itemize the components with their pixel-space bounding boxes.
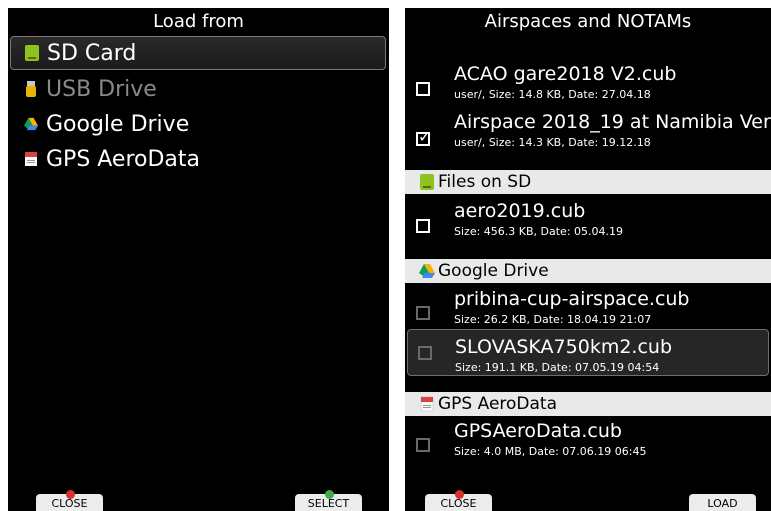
section-header-label: Google Drive <box>438 261 549 281</box>
file-meta: Size: 191.1 KB, Date: 07.05.19 04:54 <box>455 361 660 374</box>
usb-icon <box>26 81 36 97</box>
source-item-google-drive[interactable]: Google Drive <box>10 107 386 141</box>
source-item-gps-aerodata[interactable]: GPS AeroData <box>10 142 386 176</box>
check-icon: ✓ <box>418 127 432 146</box>
airspaces-panel: Airspaces and NOTAMs ACAO gare2018 V2.cu… <box>405 8 771 511</box>
file-meta: Size: 26.2 KB, Date: 18.04.19 21:07 <box>454 313 652 326</box>
section-header-gps-aerodata: GPS AeroData <box>405 392 771 416</box>
sd-card-icon <box>25 45 39 61</box>
checkbox[interactable] <box>416 306 430 320</box>
gps-aerodata-icon <box>420 396 434 412</box>
source-item-label: Google Drive <box>46 111 190 137</box>
checkbox[interactable] <box>416 82 430 96</box>
checkbox[interactable] <box>416 219 430 233</box>
section-header-files-on-sd: Files on SD <box>405 170 771 194</box>
file-row[interactable]: aero2019.cub Size: 456.3 KB, Date: 05.04… <box>405 200 771 256</box>
load-button[interactable]: LOAD <box>689 494 756 511</box>
file-name: ACAO gare2018 V2.cub <box>454 63 677 85</box>
load-button-label: LOAD <box>707 497 738 510</box>
source-item-usb-drive[interactable]: USB Drive <box>10 72 386 106</box>
file-name: aero2019.cub <box>454 200 586 222</box>
sd-card-icon <box>420 174 434 190</box>
check-icon <box>325 490 334 499</box>
file-name: SLOVASKA750km2.cub <box>455 336 673 358</box>
source-item-label: GPS AeroData <box>46 146 201 172</box>
file-name: pribina-cup-airspace.cub <box>454 288 690 310</box>
file-row-selected[interactable]: SLOVASKA750km2.cub Size: 191.1 KB, Date:… <box>407 329 769 376</box>
file-name: Airspace 2018_19 at Namibia Ver 1 <box>454 111 771 133</box>
checkbox[interactable] <box>418 346 432 360</box>
select-button[interactable]: SELECT <box>295 490 362 511</box>
close-icon <box>455 490 464 499</box>
file-row[interactable]: GPSAeroData.cub Size: 4.0 MB, Date: 07.0… <box>405 420 771 476</box>
panel-title: Airspaces and NOTAMs <box>484 11 692 32</box>
section-header-label: GPS AeroData <box>438 394 558 414</box>
section-header-label: Files on SD <box>438 172 532 192</box>
file-meta: Size: 4.0 MB, Date: 07.06.19 06:45 <box>454 445 647 458</box>
google-drive-icon <box>419 264 435 278</box>
close-button[interactable]: CLOSE <box>36 490 103 511</box>
file-row[interactable]: ✓ Airspace 2018_19 at Namibia Ver 1 user… <box>405 111 771 167</box>
file-meta: Size: 456.3 KB, Date: 05.04.19 <box>454 225 624 238</box>
gps-aerodata-icon <box>25 152 37 166</box>
section-header-google-drive: Google Drive <box>405 259 771 283</box>
close-button[interactable]: CLOSE <box>425 490 492 511</box>
source-item-label: SD Card <box>47 40 137 66</box>
file-meta: user/, Size: 14.3 KB, Date: 19.12.18 <box>454 136 651 149</box>
file-name: GPSAeroData.cub <box>454 420 622 442</box>
source-item-sd-card[interactable]: SD Card <box>10 36 386 70</box>
file-meta: user/, Size: 14.8 KB, Date: 27.04.18 <box>454 88 651 101</box>
panel-title: Load from <box>153 11 244 32</box>
source-item-label: USB Drive <box>46 76 157 102</box>
close-icon <box>66 490 75 499</box>
checkbox[interactable] <box>416 438 430 452</box>
google-drive-icon <box>24 117 38 131</box>
checkbox-checked[interactable]: ✓ <box>416 127 432 146</box>
load-from-panel: Load from SD Card USB Drive Google Drive… <box>8 8 389 511</box>
